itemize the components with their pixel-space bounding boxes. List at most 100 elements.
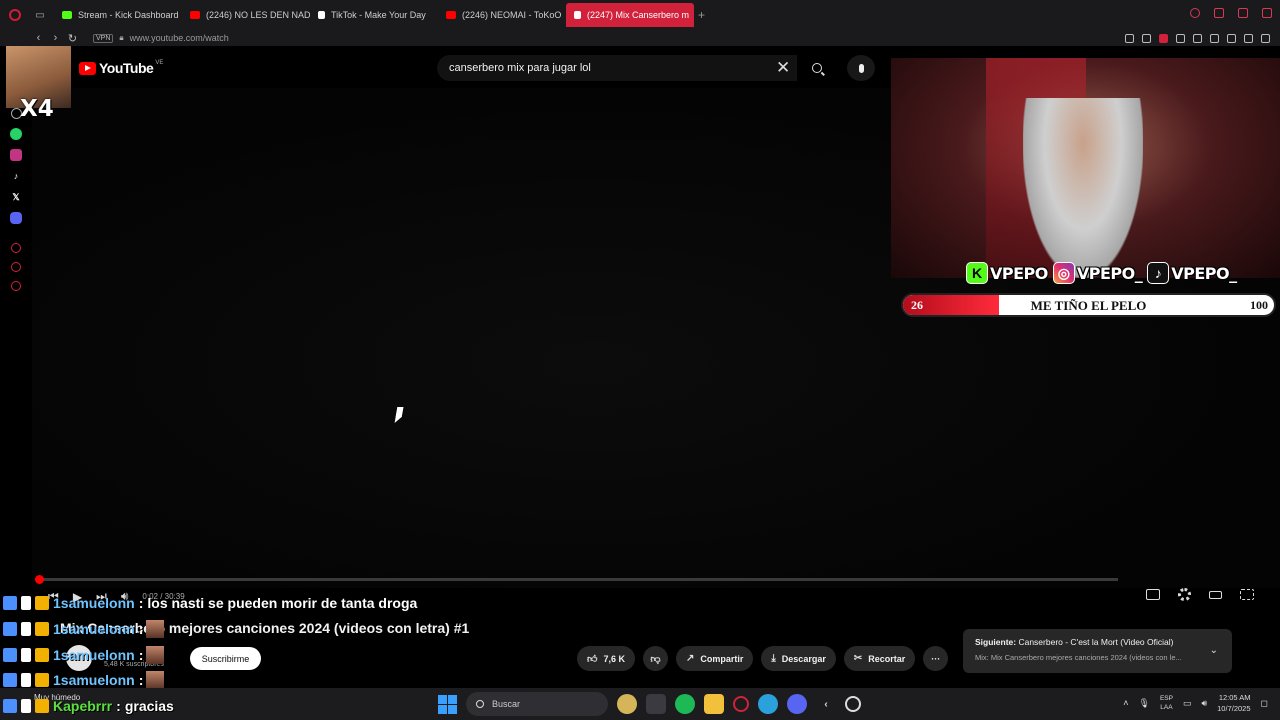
dislike-button[interactable]: 👎︎ [642,646,668,671]
vpn-badge[interactable]: VPN [93,33,114,43]
microphone-icon[interactable]: 🎙︎ [1139,698,1150,709]
maximize-icon[interactable] [1238,8,1248,18]
volume-icon[interactable]: 🔊︎ [1201,698,1207,709]
social-handle: VPEPO_ [1076,263,1143,283]
search-icon [812,63,822,73]
history-icon[interactable] [11,243,21,253]
file-explorer-icon[interactable] [704,694,724,714]
video-actions: 👍︎ 7,6 K 👎︎ ↗ Compartir ⤓ Descargar ✂ Recort… [577,646,949,671]
kick-icon: K [966,262,988,284]
tab-tiktok[interactable]: TikTok - Make Your Day [310,3,438,27]
chat-username: 1samuelonn [53,621,135,637]
discord-icon[interactable] [10,212,22,224]
youtube-play-icon [79,61,96,75]
theater-mode-icon[interactable] [1209,590,1222,599]
language-indicator[interactable]: ESP LAA [1160,694,1173,712]
tab-youtube-1[interactable]: (2246) NO LES DEN NAD [182,3,310,27]
up-next-card[interactable]: Siguiente: Canserbero - C'est la Mort (V… [963,629,1232,673]
tab-youtube-active[interactable]: (2247) Mix Canserbero m [566,3,694,27]
youtube-icon [190,11,200,19]
badge-icon [3,673,17,687]
url-field[interactable]: www.youtube.com/watch [130,33,229,43]
widget-app-icon[interactable] [617,694,637,714]
menu-icon[interactable] [1261,33,1270,43]
chat-message: 1samuelonn: [3,644,165,666]
badge-icon [3,596,17,610]
circle-icon[interactable] [11,281,21,291]
tab-title: (2246) NO LES DEN NAD [206,10,310,20]
tab-youtube-2[interactable]: (2246) NEOMAI - ToKoO [438,3,566,27]
download-button[interactable]: ⤓ Descargar [761,646,836,671]
up-next-title: Canserbero - C'est la Mort (Video Oficia… [1018,637,1174,647]
close-icon[interactable] [1262,8,1272,18]
social-instagram: ◎ VPEPO_ [1052,262,1143,284]
tab-manager-icon[interactable]: ▭ [30,0,50,30]
browser-tab-bar: ▭ Stream - Kick Dashboard (2246) NO LES … [0,0,1280,30]
tiktok-icon[interactable]: ♪ [10,170,22,182]
clip-label: Recortar [868,653,906,664]
more-actions-button[interactable]: ··· [923,646,949,671]
chat-emote [146,646,165,664]
tab-kick-dashboard[interactable]: Stream - Kick Dashboard [54,3,182,27]
chat-message: 1samuelonn: los nasti se pueden morir de … [3,592,417,614]
subtitles-icon[interactable] [1146,589,1160,600]
minimize-icon[interactable] [1214,8,1224,18]
youtube-logo[interactable]: YouTube VE [79,60,163,76]
subscribe-button[interactable]: Suscribirme [190,647,261,670]
clock[interactable]: 12:05 AM 10/7/2025 [1217,692,1250,714]
whatsapp-icon[interactable] [10,128,22,140]
new-tab-button[interactable]: + [698,8,705,22]
x-icon[interactable]: 𝕏 [10,191,22,203]
settings-icon[interactable] [845,696,861,712]
chevron-down-icon[interactable]: ⌄ [1210,645,1218,656]
heart-icon[interactable] [1193,33,1202,43]
progress-bar[interactable] [38,578,1118,581]
badge-icon [3,622,17,636]
share-button[interactable]: ↗ Compartir [675,646,754,671]
telegram-icon[interactable] [758,694,778,714]
back-icon[interactable]: ‹ [30,32,47,44]
search-tabs-icon[interactable] [1190,8,1200,18]
like-count: 7,6 K [603,653,625,664]
settings-gear-icon[interactable] [1178,588,1191,601]
snapshot-icon[interactable] [1142,33,1151,43]
account-icon[interactable] [1227,33,1236,43]
shield-icon[interactable] [1159,33,1168,43]
download-icon[interactable] [1244,33,1253,43]
chat-username: 1samuelonn [53,595,135,611]
discord-icon[interactable] [787,694,807,714]
messenger-icon[interactable] [11,262,21,272]
scissors-icon: ✂ [853,653,863,664]
spotify-icon[interactable] [675,694,695,714]
voice-search-button[interactable] [847,55,875,81]
task-view-icon[interactable] [646,694,666,714]
forward-icon[interactable]: › [47,32,64,44]
search-query-text: canserbero mix para jugar lol [449,62,591,74]
lock-icon[interactable]: 🔒︎ [119,33,123,43]
progress-scrubber[interactable] [35,575,44,584]
taskbar-search[interactable]: Buscar [466,692,608,716]
chevron-up-icon[interactable]: ˄ [1123,698,1128,708]
reload-icon[interactable]: ↻ [64,32,81,45]
like-button[interactable]: 👍︎ 7,6 K [577,646,635,671]
opera-gx-icon[interactable] [733,696,749,712]
clip-button[interactable]: ✂ Recortar [843,646,916,671]
pin-icon[interactable] [1125,33,1134,43]
up-next-label: Siguiente: [975,637,1017,647]
instagram-icon[interactable] [10,149,22,161]
search-button[interactable] [802,55,832,81]
thumbs-down-icon: 👎︎ [650,653,661,665]
badge-icon [21,699,31,713]
play-icon[interactable] [1176,33,1185,43]
opera-logo-icon[interactable] [0,0,30,30]
search-input[interactable]: canserbero mix para jugar lol [437,55,797,81]
clear-search-icon[interactable]: ✕ [776,58,790,78]
chat-text: gracias [124,698,174,714]
country-code: VE [155,60,164,66]
back-arrow-icon[interactable]: ‹ [816,694,836,714]
extensions-icon[interactable] [1210,33,1219,43]
display-icon[interactable]: ▭ [1183,698,1192,709]
notification-icon[interactable]: ◻ [1261,698,1268,709]
fullscreen-icon[interactable] [1240,589,1254,600]
windows-start-icon[interactable] [438,694,457,714]
